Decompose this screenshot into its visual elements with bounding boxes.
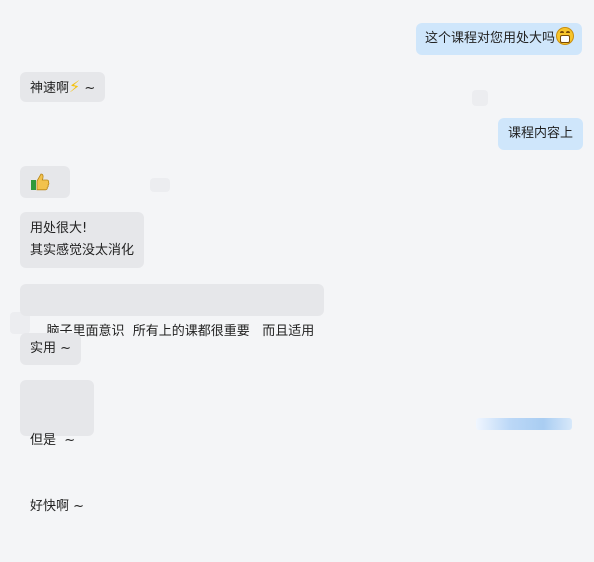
message-bubble-incoming[interactable]: 神速啊⚡ ~ — [20, 72, 106, 102]
message-text: 脑子里面意识 所有上的课都很重要 而且适用 — [46, 324, 315, 339]
message-text-line: 好快啊 ~ — [30, 499, 85, 514]
message-tail: ~ — [80, 81, 96, 96]
message-text-line: 其实感觉没太消化 — [30, 243, 135, 258]
blurred-bar — [476, 418, 572, 430]
message-bubble-outgoing[interactable]: 课程内容上 — [498, 118, 584, 150]
background-artifact — [472, 90, 488, 106]
message-bubble-incoming[interactable]: 实用 ~ — [20, 333, 82, 365]
message-bubble-incoming[interactable]: 脑子里面意识 所有上的课都很重要 而且适用 — [20, 284, 325, 339]
message-text: 神速啊 — [30, 81, 70, 96]
message-bubble-incoming[interactable]: 用处很大! 其实感觉没太消化 — [20, 212, 145, 268]
message-bubble-outgoing[interactable]: 这个课程对您用处大吗 — [416, 23, 583, 55]
message-bubble-incoming[interactable] — [20, 166, 70, 198]
lightning-icon: ⚡ — [69, 77, 81, 96]
message-bubble-incoming[interactable]: 但是 ~ 好快啊 ~ — [20, 380, 95, 514]
chat-panel: 这个课程对您用处大吗 神速啊⚡ ~ 课程内容上 用处很大! 其实感觉没太消化 脑… — [0, 0, 594, 514]
message-text-line: 但是 ~ — [30, 433, 76, 448]
message-text: 课程内容上 — [508, 126, 574, 141]
message-text-line: 用处很大! — [30, 221, 88, 236]
message-text: 这个课程对您用处大吗 — [425, 31, 556, 46]
background-artifact — [150, 178, 170, 192]
grinning-face-icon — [556, 27, 575, 45]
message-text: 实用 ~ — [30, 341, 72, 356]
thumbs-up-icon — [30, 172, 50, 192]
